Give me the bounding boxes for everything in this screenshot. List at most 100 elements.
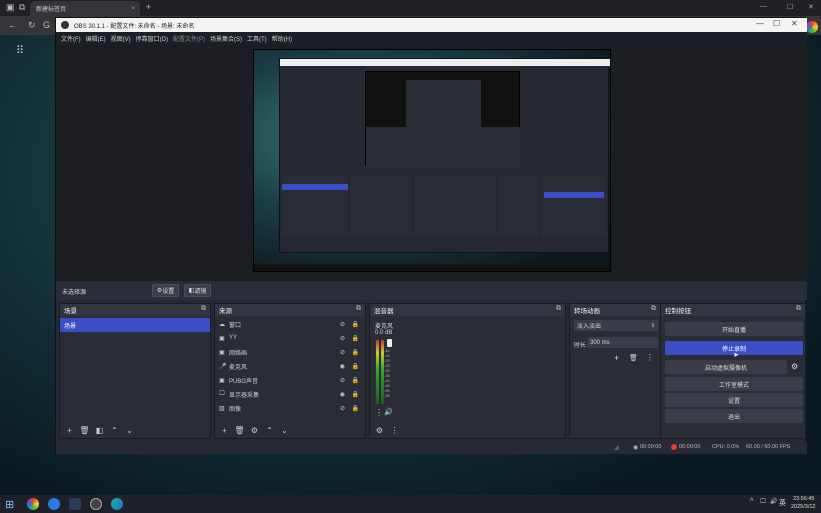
obs-minimize-button[interactable]: — [756, 19, 764, 28]
transition-menu-icon[interactable]: ⋮ [646, 353, 654, 362]
lock-icon[interactable]: 🔒 [352, 377, 359, 384]
remove-transition-icon[interactable]: 🗑 [629, 354, 638, 362]
chrome-taskbar-icon[interactable] [27, 498, 39, 510]
menu-tools[interactable]: 工具(T) [247, 34, 267, 43]
apps-grid-icon[interactable]: ⠿ [16, 44, 24, 57]
list-item[interactable]: 🎤 麦克风 ◉ 🔒 [215, 359, 365, 373]
dock-popout-icon[interactable]: ⧉ [201, 305, 206, 313]
lock-icon[interactable]: 🔒 [352, 335, 359, 342]
list-item[interactable]: 🖵 显示器采集 ◉ 🔒 [215, 387, 365, 401]
browser-profile-icon[interactable]: ▣ [6, 2, 15, 13]
list-item[interactable]: ▨ 图像 ⊘ 🔒 [215, 401, 365, 415]
obs-close-button[interactable]: ✕ [791, 19, 798, 28]
volume-slider-handle[interactable] [387, 339, 392, 347]
browser-tab[interactable]: 新建标签页 × [30, 1, 140, 16]
menu-docks[interactable]: 停靠窗口(D) [136, 34, 168, 43]
virtual-camera-settings-icon[interactable]: ⚙ [791, 362, 798, 371]
lock-icon[interactable]: 🔒 [352, 405, 359, 412]
source-properties-button[interactable]: ⚙ 设置 [152, 284, 179, 297]
back-icon[interactable]: ← [8, 20, 17, 30]
menu-help[interactable]: 帮助(H) [272, 34, 292, 43]
source-label: 图像 [229, 406, 242, 413]
google-icon: G [43, 20, 51, 30]
source-type-icon: ▣ [219, 377, 225, 384]
dock-popout-icon[interactable]: ⧉ [356, 305, 361, 313]
menu-scene-collection[interactable]: 场景集合(S) [210, 34, 242, 43]
maximize-button[interactable]: ☐ [787, 3, 793, 11]
lock-icon[interactable]: 🔒 [352, 349, 359, 356]
menu-view[interactable]: 视图(V) [111, 34, 131, 43]
chrome-profile-avatar[interactable] [806, 21, 818, 33]
tab-close-icon[interactable]: × [131, 6, 135, 12]
dock-popout-icon[interactable]: ⧉ [796, 305, 801, 313]
minimize-button[interactable]: — [760, 3, 767, 10]
add-scene-button[interactable]: + [64, 425, 75, 436]
close-button[interactable]: ✕ [808, 3, 814, 11]
settings-button[interactable]: 设置 [665, 393, 803, 407]
move-up-icon[interactable]: ⌃ [264, 425, 275, 436]
input-language[interactable]: 英 [779, 498, 786, 508]
tab-overview-icon[interactable]: ⧉ [19, 2, 25, 13]
obs-taskbar-icon[interactable] [90, 498, 102, 510]
remove-source-icon[interactable]: 🗑 [234, 425, 245, 436]
studio-mode-button[interactable]: 工作室模式 [665, 377, 803, 391]
windows-taskbar: ⊞ ^ 🖵 🔊 英 23:56:45 2025/3/12 [0, 495, 821, 513]
eye-icon[interactable]: ◉ [340, 363, 345, 370]
menu-file[interactable]: 文件(F) [61, 34, 81, 43]
eye-hidden-icon[interactable]: ⊘ [340, 335, 345, 342]
eye-hidden-icon[interactable]: ⊘ [340, 377, 345, 384]
menu-profile[interactable]: 配置文件(P) [173, 34, 205, 43]
start-streaming-button[interactable]: 开始直播 [665, 322, 803, 336]
eye-icon[interactable]: ◉ [340, 391, 345, 398]
lock-icon[interactable]: 🔒 [352, 391, 359, 398]
list-item[interactable]: ▣ PUBG声音 ⊘ 🔒 [215, 373, 365, 387]
dock-popout-icon[interactable]: ⧉ [556, 305, 561, 313]
scene-filters-icon[interactable]: ◧ [94, 425, 105, 436]
move-down-icon[interactable]: ⌄ [124, 425, 135, 436]
mixer-more-icon[interactable]: ⋮ [389, 425, 400, 436]
move-down-icon[interactable]: ⌄ [279, 425, 290, 436]
add-source-button[interactable]: + [219, 425, 230, 436]
start-virtual-camera-button[interactable]: 启动虚拟摄像机 [665, 360, 787, 374]
list-item[interactable]: ▣ 网络画 ⊘ 🔒 [215, 345, 365, 359]
transition-select[interactable]: 淡入淡出 ⇕ [574, 320, 658, 331]
preview-area [56, 44, 807, 281]
clock-date[interactable]: 2025/3/12 [791, 504, 815, 510]
scene-item[interactable]: 场景 [60, 318, 210, 332]
eye-hidden-icon[interactable]: ⊘ [340, 405, 345, 412]
list-item[interactable]: ▣ YY ⊘ 🔒 [215, 331, 365, 345]
edge-taskbar-icon[interactable] [111, 498, 123, 510]
move-up-icon[interactable]: ⌃ [109, 425, 120, 436]
audio-mixer-dock: 混音器 ⧉ 麦克风 0.0 dB -10 -15 -20 -25 -30 -35… [369, 303, 566, 439]
reload-icon[interactable]: ↻ [28, 20, 36, 31]
scenes-dock-header: 场景 ⧉ [60, 304, 210, 316]
speaker-icon[interactable]: 🔊 [384, 408, 393, 416]
tray-caret-icon[interactable]: ^ [750, 498, 753, 505]
filters-label: 滤镜 [194, 289, 207, 295]
lock-icon[interactable]: 🔒 [352, 363, 359, 370]
app-taskbar-icon[interactable] [48, 498, 60, 510]
network-tray-icon[interactable]: 🖵 [760, 499, 766, 506]
remove-scene-icon[interactable]: 🗑 [79, 425, 90, 436]
program-preview[interactable] [253, 49, 611, 272]
lock-icon[interactable]: 🔒 [352, 321, 359, 328]
volume-tray-icon[interactable]: 🔊 [770, 498, 777, 505]
new-tab-button[interactable]: + [146, 2, 151, 12]
eye-hidden-icon[interactable]: ⊘ [340, 349, 345, 356]
recording-indicator-icon [671, 444, 677, 450]
add-transition-button[interactable]: + [614, 353, 619, 363]
eye-hidden-icon[interactable]: ⊘ [340, 321, 345, 328]
source-filters-button[interactable]: ◧ 滤镜 [184, 284, 211, 297]
menu-edit[interactable]: 编辑(E) [86, 34, 106, 43]
duration-input[interactable]: 300 ms [587, 337, 658, 348]
obs-maximize-button[interactable]: ☐ [773, 19, 780, 28]
mixer-menu-icon[interactable]: ⋮ [375, 408, 383, 417]
clock-time[interactable]: 23:56:45 [793, 496, 814, 502]
advanced-audio-icon[interactable]: ⚙ [374, 425, 385, 436]
source-properties-icon[interactable]: ⚙ [249, 425, 260, 436]
app-taskbar-icon[interactable] [69, 498, 81, 510]
dock-popout-icon[interactable]: ⧉ [651, 305, 656, 313]
windows-start-icon[interactable]: ⊞ [5, 498, 14, 511]
list-item[interactable]: ☁ 窗口 ⊘ 🔒 [215, 317, 365, 331]
exit-button[interactable]: 退出 [665, 409, 803, 423]
